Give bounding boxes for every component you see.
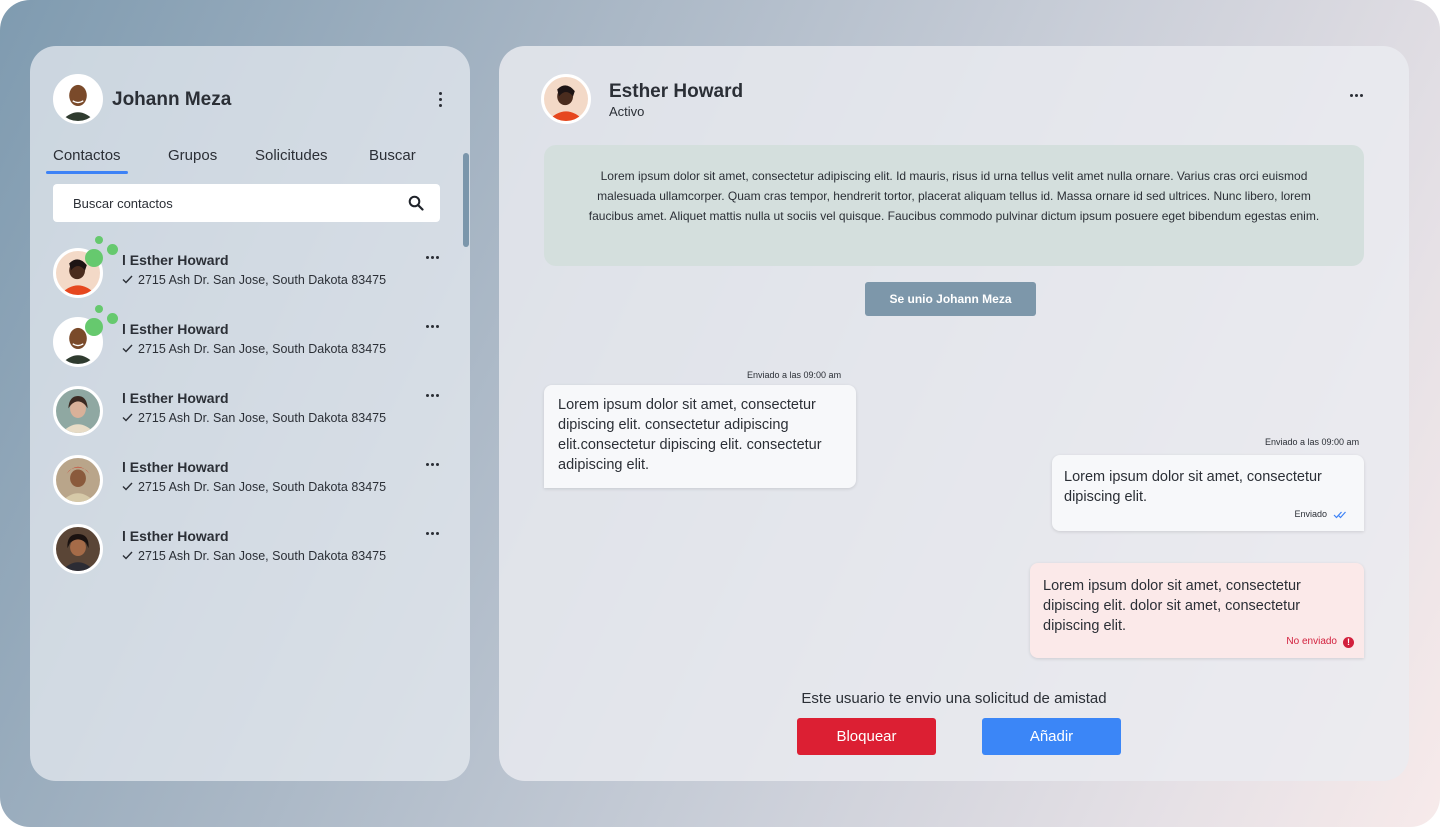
- contact-address-text: 2715 Ash Dr. San Jose, South Dakota 8347…: [138, 549, 387, 563]
- contact-avatar: [53, 455, 103, 505]
- contact-menu-icon[interactable]: [426, 256, 442, 262]
- error-icon: !: [1343, 637, 1354, 648]
- chat-contact-name: Esther Howard: [609, 81, 744, 102]
- online-indicator: [95, 236, 103, 244]
- user-name: Johann Meza: [112, 89, 232, 110]
- check-icon: [122, 482, 133, 491]
- message-text: Lorem ipsum dolor sit amet, consectetur …: [558, 397, 822, 473]
- chat-notice: Lorem ipsum dolor sit amet, consectetur …: [544, 145, 1364, 266]
- app-window: Johann Meza Contactos Grupos Solicitudes…: [0, 0, 1440, 827]
- online-indicator: [107, 313, 118, 324]
- user-menu-icon[interactable]: [436, 92, 444, 110]
- search-box: [53, 184, 440, 222]
- message-status: Enviado: [1294, 504, 1347, 524]
- contact-menu-icon[interactable]: [426, 394, 442, 400]
- add-button[interactable]: Añadir: [982, 718, 1121, 755]
- double-check-icon: [1333, 511, 1346, 518]
- chat-menu-icon[interactable]: [1350, 94, 1366, 100]
- block-button[interactable]: Bloquear: [797, 718, 936, 755]
- contact-menu-icon[interactable]: [426, 325, 442, 331]
- search-icon[interactable]: [408, 195, 424, 211]
- contact-address-text: 2715 Ash Dr. San Jose, South Dakota 8347…: [138, 273, 387, 287]
- contact-address-text: 2715 Ash Dr. San Jose, South Dakota 8347…: [138, 480, 387, 494]
- check-icon: [122, 413, 133, 422]
- contact-name: l Esther Howard: [122, 390, 229, 406]
- tab-grupos[interactable]: Grupos: [168, 147, 217, 164]
- contact-name: l Esther Howard: [122, 321, 229, 337]
- message-status-text: Enviado: [1294, 509, 1327, 519]
- message-outgoing: Lorem ipsum dolor sit amet, consectetur …: [1052, 455, 1364, 531]
- friend-request-text: Este usuario te envio una solicitud de a…: [801, 690, 1107, 707]
- message-status: No enviado!: [1286, 632, 1354, 652]
- message-time: Enviado a las 09:00 am: [1265, 437, 1360, 447]
- contact-address-text: 2715 Ash Dr. San Jose, South Dakota 8347…: [138, 342, 387, 356]
- chat-avatar[interactable]: [541, 74, 591, 124]
- contact-address: 2715 Ash Dr. San Jose, South Dakota 8347…: [122, 342, 386, 356]
- tab-buscar[interactable]: Buscar: [369, 147, 416, 164]
- contacts-scrollbar[interactable]: [463, 153, 469, 247]
- contact-item[interactable]: l Esther Howard 2715 Ash Dr. San Jose, S…: [53, 451, 448, 511]
- contact-avatar: [53, 386, 103, 436]
- contact-item[interactable]: l Esther Howard 2715 Ash Dr. San Jose, S…: [53, 382, 448, 442]
- online-indicator: [85, 318, 103, 336]
- contact-address: 2715 Ash Dr. San Jose, South Dakota 8347…: [122, 480, 386, 494]
- contact-name: l Esther Howard: [122, 459, 229, 475]
- tab-contactos[interactable]: Contactos: [46, 147, 128, 174]
- online-indicator: [107, 244, 118, 255]
- message-text: Lorem ipsum dolor sit amet, consectetur …: [1043, 578, 1301, 634]
- user-avatar[interactable]: [53, 74, 103, 124]
- contact-address: 2715 Ash Dr. San Jose, South Dakota 8347…: [122, 549, 386, 563]
- contact-address: 2715 Ash Dr. San Jose, South Dakota 8347…: [122, 411, 386, 425]
- search-input[interactable]: [53, 184, 403, 222]
- message-text: Lorem ipsum dolor sit amet, consectetur …: [1064, 469, 1322, 505]
- contacts-panel: Johann Meza Contactos Grupos Solicitudes…: [30, 46, 470, 781]
- message-time: Enviado a las 09:00 am: [747, 370, 842, 380]
- chat-contact-status: Activo: [609, 104, 645, 119]
- joined-event-label: Se unio Johann Meza: [865, 282, 1036, 316]
- contact-name: l Esther Howard: [122, 252, 229, 268]
- contact-name: l Esther Howard: [122, 528, 229, 544]
- chat-panel: Esther Howard Activo Lorem ipsum dolor s…: [499, 46, 1409, 781]
- check-icon: [122, 344, 133, 353]
- message-outgoing-failed: Lorem ipsum dolor sit amet, consectetur …: [1030, 563, 1364, 658]
- contact-menu-icon[interactable]: [426, 463, 442, 469]
- contact-item[interactable]: l Esther Howard 2715 Ash Dr. San Jose, S…: [53, 520, 448, 580]
- tab-solicitudes[interactable]: Solicitudes: [255, 147, 328, 164]
- message-status-text: No enviado: [1286, 636, 1337, 647]
- contact-item[interactable]: l Esther Howard 2715 Ash Dr. San Jose, S…: [53, 236, 448, 304]
- contact-address-text: 2715 Ash Dr. San Jose, South Dakota 8347…: [138, 411, 387, 425]
- contact-menu-icon[interactable]: [426, 532, 442, 538]
- contact-address: 2715 Ash Dr. San Jose, South Dakota 8347…: [122, 273, 386, 287]
- online-indicator: [95, 305, 103, 313]
- contact-item[interactable]: l Esther Howard 2715 Ash Dr. San Jose, S…: [53, 305, 448, 373]
- check-icon: [122, 551, 133, 560]
- contact-avatar: [53, 524, 103, 574]
- check-icon: [122, 275, 133, 284]
- online-indicator: [85, 249, 103, 267]
- message-incoming: Lorem ipsum dolor sit amet, consectetur …: [544, 385, 856, 488]
